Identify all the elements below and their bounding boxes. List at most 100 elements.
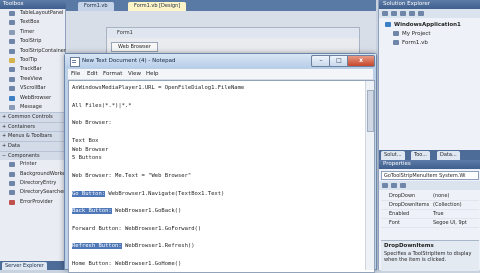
project-icon <box>385 22 391 27</box>
tab-data-sources[interactable]: Data... <box>437 151 460 160</box>
code-line: Home Button: WebBrowser1.GoHome() <box>72 260 181 268</box>
vertical-scrollbar[interactable] <box>365 81 374 270</box>
toolbox-category[interactable]: Data <box>0 141 66 151</box>
toolbox-item[interactable]: TableLayoutPanel <box>0 9 66 18</box>
notepad-text-area[interactable]: AxWindowsMediaPlayer1.URL = OpenFileDial… <box>68 80 375 273</box>
view-code-icon[interactable] <box>409 11 415 16</box>
property-row[interactable]: DropDown (none) <box>381 192 479 201</box>
solution-explorer-title: Solution Explorer <box>379 0 480 9</box>
minimize-button[interactable]: – <box>311 55 331 67</box>
alphabetical-icon[interactable] <box>391 183 397 188</box>
form1-menu-web-browser[interactable]: Web Browser <box>111 42 158 52</box>
toolbox-category[interactable]: Common Controls <box>0 112 66 122</box>
control-icon <box>9 104 15 110</box>
toolbox-category-label: Containers <box>8 123 36 130</box>
menu-file[interactable]: File <box>71 69 80 79</box>
toolbox-item-label: ToolTip <box>20 56 38 63</box>
tab-toolbox[interactable]: Too... <box>411 151 431 160</box>
menu-format[interactable]: Format <box>103 69 122 79</box>
solution-tree-label: Form1.vb <box>402 40 428 46</box>
tab-solution-explorer[interactable]: Solut... <box>381 151 405 160</box>
property-pages-icon[interactable] <box>400 183 406 188</box>
toolbox-item-label: ToolStripContainer <box>20 47 66 54</box>
toolbox-item[interactable]: VScrollBar <box>0 84 66 93</box>
toolbox-item[interactable]: Message <box>0 103 66 112</box>
menu-view[interactable]: View <box>128 69 141 79</box>
control-icon <box>9 95 15 101</box>
properties-object-selector[interactable]: GoToolStripMenuItem System.Wi <box>381 171 479 180</box>
property-row[interactable]: DropDownItems (Collection) <box>381 201 479 210</box>
project-icon <box>393 31 399 36</box>
toolbox-item[interactable]: ErrorProvider <box>0 198 66 207</box>
toolbox-item-label: TableLayoutPanel <box>20 10 64 16</box>
toolbox-item-label: DirectoryEntry <box>20 180 57 187</box>
property-value: Segoe UI, 9pt <box>433 220 467 226</box>
code-line: Refresh Button: WebBrowser1.Refresh() <box>72 242 195 250</box>
document-tab-strip: Form1.vb Form1.vb [Design] <box>66 0 376 11</box>
menu-edit[interactable]: Edit <box>87 69 98 79</box>
tab-form1-design[interactable]: Form1.vb [Design] <box>128 2 187 11</box>
toolbox-category[interactable]: Components <box>0 150 66 161</box>
notepad-titlebar[interactable]: New Text Document (4) - Notepad – □ x <box>65 54 376 68</box>
refresh-icon[interactable] <box>400 11 406 16</box>
code-line: Back Button: WebBrowser1.GoBack() <box>72 207 181 215</box>
solution-tree-item[interactable]: WindowsApplication1 <box>385 21 461 29</box>
properties-icon[interactable] <box>382 11 388 16</box>
toolbox-item-label: BackgroundWorker <box>20 170 66 177</box>
property-value: True <box>433 211 444 217</box>
toolbox-item[interactable]: ToolStrip <box>0 37 66 46</box>
toolbox-item[interactable]: Printer <box>0 160 66 169</box>
categorized-icon[interactable] <box>382 183 388 188</box>
solution-explorer-tabs: Solut... Too... Data... <box>379 150 480 160</box>
toolbox-item[interactable]: ToolStripContainer <box>0 47 66 56</box>
menu-help[interactable]: Help <box>146 69 159 79</box>
control-icon <box>9 67 15 73</box>
property-name: Font <box>389 220 400 226</box>
toolbox-item[interactable]: DirectorySearcher <box>0 188 66 197</box>
toolbox-list: TableLayoutPanel TextBox Timer ToolStrip Too… <box>0 9 66 207</box>
solution-tree-item[interactable]: My Project <box>393 30 431 38</box>
toolbox-category[interactable]: Containers <box>0 121 66 132</box>
line-text: 5 Buttons <box>72 155 102 162</box>
code-line: 5 Buttons <box>72 154 102 162</box>
view-designer-icon[interactable] <box>418 11 424 16</box>
toolbox-item-label: TextBox <box>20 19 40 26</box>
component-icon <box>9 162 15 168</box>
toolbox-item[interactable]: WebBrowser <box>0 94 66 103</box>
toolbox-item[interactable]: BackgroundWorker <box>0 170 66 179</box>
property-name: DropDown <box>389 193 416 199</box>
toolbox-category[interactable]: Menus & Toolbars <box>0 131 66 142</box>
maximize-button[interactable]: □ <box>329 55 349 67</box>
toolbox-item[interactable]: ToolTip <box>0 56 66 65</box>
toolbox-item[interactable]: Timer <box>0 28 66 37</box>
close-button[interactable]: x <box>347 55 375 67</box>
solution-tree-item[interactable]: Form1.vb <box>393 39 428 47</box>
properties-title: Properties <box>379 160 480 169</box>
toolbox-item-label: TreeView <box>20 75 43 82</box>
toolbox-item[interactable]: TextBox <box>0 18 66 27</box>
property-description-title: DropDownItems <box>384 243 434 249</box>
property-row[interactable]: Font Segoe UI, 9pt <box>381 219 479 228</box>
line-text: Forward Button: <box>72 225 122 232</box>
toolbox-item-label: DirectorySearcher <box>20 189 66 196</box>
component-icon <box>9 181 15 187</box>
line-text-rest: WebBrowser1.GoForward() <box>121 225 202 232</box>
line-text: Web Browser: <box>72 120 112 127</box>
property-value: (Collection) <box>433 202 462 208</box>
notepad-menubar: File Edit Format View Help <box>68 69 373 80</box>
component-icon <box>9 199 15 205</box>
property-row[interactable]: Enabled True <box>381 210 479 219</box>
toolbox-item[interactable]: TreeView <box>0 75 66 84</box>
solution-tree-label: WindowsApplication1 <box>394 22 461 28</box>
control-icon <box>9 86 15 92</box>
show-all-files-icon[interactable] <box>391 11 397 16</box>
highlighted-text: Back Button: <box>72 208 112 215</box>
toolbox-item[interactable]: DirectoryEntry <box>0 179 66 188</box>
line-text: Web Browser: Me.Text = "Web Browser" <box>72 173 192 179</box>
notepad-window: New Text Document (4) - Notepad – □ x Fi… <box>64 53 377 273</box>
toolbox-category-label: Menus & Toolbars <box>8 133 53 140</box>
server-explorer-tab[interactable]: Server Explorer <box>2 262 47 270</box>
tab-form1-code[interactable]: Form1.vb <box>78 2 114 11</box>
control-icon <box>9 39 15 45</box>
toolbox-item[interactable]: TrackBar <box>0 65 66 74</box>
